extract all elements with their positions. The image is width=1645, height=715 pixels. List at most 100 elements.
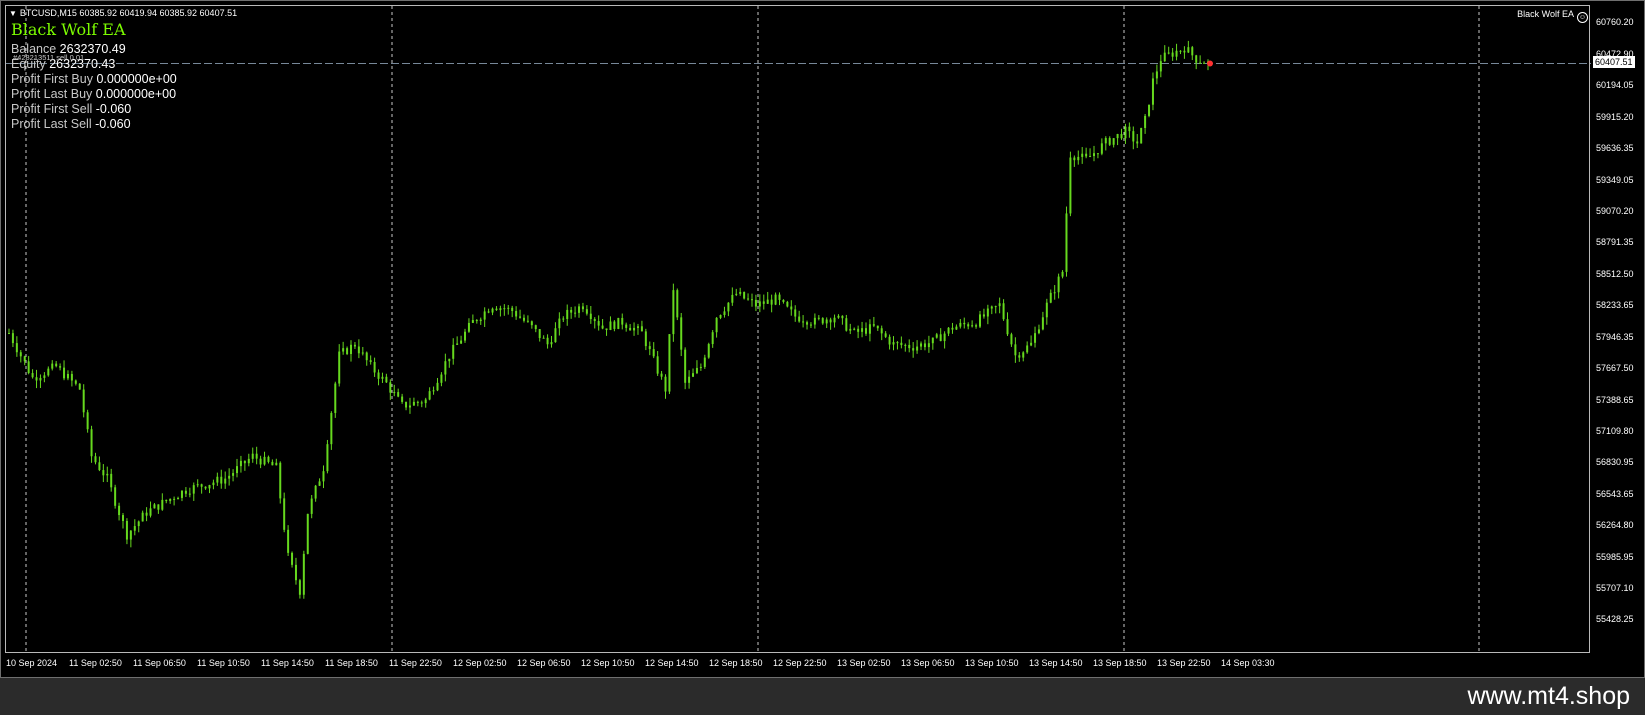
candle-body [1053,292,1056,294]
candle-body [861,328,864,332]
candle-body [503,308,506,310]
candle-body [122,515,125,522]
candle-body [196,484,199,486]
candle-body [562,318,565,320]
current-price-label: 60407.51 [1593,56,1635,69]
candle-body [703,357,706,367]
candle-body [133,526,136,531]
candle-body [546,337,549,345]
candle-body [1049,292,1052,303]
candle-body [829,319,832,323]
price-tick-label: 58233.65 [1596,299,1634,310]
info-profit-last-buy: Profit Last Buy 0.000000e+00 [11,87,177,101]
candle-body [114,487,117,506]
candle-body [259,458,262,465]
candle-body [739,291,742,294]
candle-body [880,328,883,334]
candle-body [888,336,891,345]
candle-body [1136,141,1139,144]
candle-body [353,344,356,347]
plot-area[interactable] [5,5,1591,654]
candle-body [680,317,683,350]
candle-body [59,366,62,368]
candle-body [51,363,54,369]
candle-body [692,373,695,377]
candle-body [1061,271,1064,277]
candle-body [287,529,290,553]
candle-body [224,478,227,484]
price-tick-label: 58791.35 [1596,237,1634,248]
candle-body [448,358,451,362]
info-profit-first-buy: Profit First Buy 0.000000e+00 [11,72,177,86]
candle-body [255,453,258,459]
price-tick-label: 58512.50 [1596,268,1634,279]
candle-body [460,340,463,344]
candle-body [173,498,176,500]
candle-body [491,308,494,313]
candle-body [994,306,997,308]
candle-body [306,513,309,554]
symbol-infobar[interactable]: ▼ BTCUSD,M15 60385.92 60419.94 60385.92 6… [9,8,237,18]
candle-body [397,392,400,397]
candle-body [982,314,985,317]
candle-body [758,301,761,307]
candle-body [794,309,797,317]
candle-body [342,348,345,352]
candle-body [672,290,675,335]
candle-body [735,293,738,295]
candle-body [813,317,816,325]
candle-body [959,322,962,327]
candle-body [766,299,769,304]
time-tick-label: 13 Sep 02:50 [837,658,891,668]
candle-body [412,401,415,406]
candle-body [951,327,954,330]
candle-body [621,317,624,325]
candle-body [141,512,144,522]
candle-body [381,376,384,379]
candle-body [346,348,349,355]
price-tick-label: 55707.10 [1596,582,1634,593]
candle-body [526,320,529,322]
candle-body [161,499,164,510]
candle-body [821,318,824,324]
candle-body [963,322,966,325]
candle-body [475,320,478,322]
candle-body [809,324,812,326]
candle-body [243,460,246,464]
candle-body [884,333,887,337]
candle-body [247,458,250,464]
candle-body [900,342,903,346]
candle-body [361,352,364,354]
candle-body [723,311,726,316]
time-tick-label: 13 Sep 22:50 [1157,658,1211,668]
candle-body [110,473,113,488]
candle-body [98,462,101,471]
candle-body [601,325,604,329]
candle-body [294,564,297,581]
time-tick-label: 12 Sep 06:50 [517,658,571,668]
candle-body [786,301,789,307]
time-tick-label: 11 Sep 22:50 [389,658,442,668]
candle-body [904,344,907,346]
candle-body [688,376,691,383]
candle-body [1010,334,1013,345]
candle-body [923,343,926,348]
candle-body [817,317,820,319]
candle-body [609,321,612,331]
candle-body [550,342,553,345]
candle-body [35,377,38,381]
candle-body [369,360,372,362]
ea-corner-status[interactable]: Black Wolf EA ☺ [1517,9,1588,23]
candle-body [986,308,989,317]
time-tick-label: 13 Sep 10:50 [965,658,1019,668]
candle-body [707,344,710,358]
candle-body [94,456,97,463]
candlestick-chart [6,6,1591,654]
triangle-down-icon[interactable]: ▼ [9,9,17,18]
candle-body [912,348,915,351]
time-tick-label: 12 Sep 10:50 [581,658,635,668]
candle-body [1096,153,1099,155]
candle-body [1179,50,1182,52]
candle-body [715,317,718,333]
candle-body [416,401,419,403]
